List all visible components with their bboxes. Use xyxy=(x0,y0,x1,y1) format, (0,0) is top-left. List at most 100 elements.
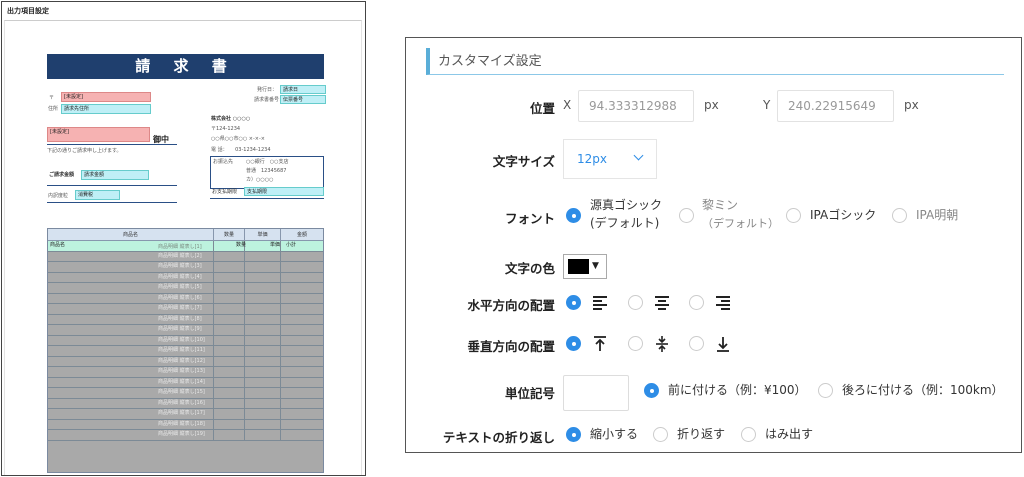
table-cell xyxy=(214,430,245,440)
font-size-select[interactable]: 12px xyxy=(563,139,657,179)
table-row[interactable]: 商品明細 縦表し[11] xyxy=(48,346,323,357)
unit-symbol-input[interactable] xyxy=(563,375,629,411)
table-row[interactable]: 商品明細 縦表し[16] xyxy=(48,398,323,409)
wrap-wrap-radio[interactable] xyxy=(653,427,668,442)
row-desc: 商品明細 縦表し[7] xyxy=(158,305,202,311)
unit-before-option: 前に付ける（例：¥100） xyxy=(668,383,807,397)
row-sub-field: 小計 xyxy=(286,242,297,248)
table-row[interactable]: 商品明細 縦表し[5] xyxy=(48,283,323,294)
table-cell xyxy=(245,346,281,356)
table-cell xyxy=(245,388,281,398)
h-align-center-radio[interactable] xyxy=(628,295,643,310)
table-cell xyxy=(214,304,245,314)
address-label: 住所 xyxy=(48,106,59,112)
table-cell xyxy=(245,356,281,367)
table-row[interactable]: 商品明細 縦表し[18] xyxy=(48,419,323,430)
v-align-middle-radio[interactable] xyxy=(628,336,643,351)
align-bottom-icon xyxy=(717,337,729,352)
row-desc: 商品明細 縦表し[3] xyxy=(158,263,202,269)
row-desc: 商品明細 縦表し[6] xyxy=(158,294,202,301)
bank-line3: カ）○○○○ xyxy=(246,177,274,183)
row-desc: 商品明細 縦表し[5] xyxy=(158,284,202,290)
table-cell xyxy=(245,419,281,430)
unit-after-radio[interactable] xyxy=(818,383,833,398)
font-radio-reimin[interactable] xyxy=(679,208,694,223)
v-align-top-radio[interactable] xyxy=(566,336,581,351)
amount-field[interactable]: 請求金額 xyxy=(81,170,149,180)
items-table: 商品名 数量 単価 金額 商品名 商品明細 縦表し[1] 数量 単価 小計 商品… xyxy=(47,228,324,473)
table-row[interactable]: 商品明細 縦表し[12] xyxy=(48,356,323,367)
table-cell xyxy=(245,304,281,314)
content-label: 内訳度粒 xyxy=(48,193,69,199)
font-size-label: 文字サイズ xyxy=(492,154,555,169)
table-row[interactable]: 商品明細 縦表し[17] xyxy=(48,409,323,420)
align-right-icon xyxy=(716,296,730,310)
table-cell xyxy=(245,272,281,283)
postal-mark: 〒 xyxy=(49,95,55,101)
row-desc: 商品明細 縦表し[11] xyxy=(158,347,205,353)
table-row[interactable]: 商品明細 縦表し[7] xyxy=(48,304,323,315)
text-color-picker[interactable]: ▼ xyxy=(563,254,607,279)
table-row[interactable]: 商品明細 縦表し[15] xyxy=(48,388,323,399)
content-underline xyxy=(47,202,177,203)
unit-symbol-label: 単位記号 xyxy=(504,386,555,401)
col-header-price: 単価 xyxy=(245,229,281,241)
wrap-shrink-radio[interactable] xyxy=(566,427,581,442)
table-cell xyxy=(245,325,281,335)
greeting-text: 下記の通りご請求申し上げます。 xyxy=(47,148,122,154)
table-cell xyxy=(245,430,281,440)
y-input[interactable]: 240.22915649 xyxy=(777,90,894,122)
table-row[interactable]: 商品明細 縦表し[4] xyxy=(48,272,323,283)
table-row[interactable]: 商品明細 縦表し[6] xyxy=(48,293,323,304)
h-align-left-radio[interactable] xyxy=(566,295,581,310)
table-row[interactable]: 商品明細 縦表し[19] xyxy=(48,430,323,441)
table-row[interactable]: 商品明細 縦表し[10] xyxy=(48,335,323,346)
recipient-field[interactable]: [未設定] xyxy=(47,127,150,142)
row-desc: 商品明細 縦表し[10] xyxy=(158,336,205,343)
v-align-bottom-radio[interactable] xyxy=(689,336,704,351)
bank-box[interactable]: お振込先 ○○銀行 ○○支店 普通 12345687 カ）○○○○ xyxy=(210,156,324,189)
x-input[interactable]: 94.333312988 xyxy=(578,90,694,122)
table-row[interactable]: 商品名 商品明細 縦表し[1] 数量 単価 小計 xyxy=(48,241,323,252)
table-cell xyxy=(214,409,245,419)
invoice-no-field[interactable]: 伝票番号 xyxy=(280,95,326,104)
table-row[interactable]: 商品明細 縦表し[3] xyxy=(48,262,323,273)
row-desc: 商品明細 縦表し[15] xyxy=(158,389,205,395)
bank-line2: 普通 12345687 xyxy=(246,168,287,174)
unit-before-radio[interactable] xyxy=(644,383,659,398)
y-label: Y xyxy=(763,98,771,112)
table-cell xyxy=(214,251,245,262)
font-size-value: 12px xyxy=(577,152,607,166)
wrap-overflow-radio[interactable] xyxy=(741,427,756,442)
table-row[interactable]: 商品明細 縦表し[9] xyxy=(48,325,323,336)
table-cell xyxy=(214,367,245,377)
h-align-right-radio[interactable] xyxy=(689,295,704,310)
issue-date-field[interactable]: 請求日 xyxy=(280,85,326,94)
content-field[interactable]: 消費税 xyxy=(75,190,120,200)
font-option-ipa-gothic: IPAゴシック xyxy=(810,208,877,222)
chevron-down-icon xyxy=(633,150,644,161)
postal-field[interactable]: [未設定] xyxy=(61,92,151,102)
wrap-overflow-option: はみ出す xyxy=(765,427,814,441)
row-desc: 商品明細 縦表し[1] xyxy=(158,244,202,250)
issue-date-label: 発行日： xyxy=(257,87,278,93)
invoice-title[interactable]: 請 求 書 xyxy=(47,54,324,79)
unit-after-option: 後ろに付ける（例：100km） xyxy=(842,383,1004,397)
company-name: 株式会社 ○○○○ xyxy=(211,116,251,122)
font-radio-ipa-gothic[interactable] xyxy=(786,208,801,223)
due-field[interactable]: 支払期限 xyxy=(244,187,324,196)
table-row[interactable]: 商品明細 縦表し[13] xyxy=(48,367,323,378)
font-radio-gen-shin[interactable] xyxy=(566,208,581,223)
font-radio-ipa-mincho[interactable] xyxy=(892,208,907,223)
col-header-name: 商品名 xyxy=(48,229,214,241)
dropdown-arrow-icon: ▼ xyxy=(592,261,599,271)
table-cell xyxy=(214,377,245,388)
panel-title: 出力項目設定 xyxy=(7,7,49,15)
row-desc: 商品明細 縦表し[18] xyxy=(158,420,205,427)
table-cell xyxy=(214,262,245,272)
table-row[interactable]: 商品明細 縦表し[2] xyxy=(48,251,323,262)
table-row[interactable]: 商品明細 縦表し[8] xyxy=(48,314,323,325)
table-row[interactable]: 商品明細 縦表し[14] xyxy=(48,377,323,388)
address-field[interactable]: 請求先住所 xyxy=(61,104,151,114)
table-cell xyxy=(214,293,245,304)
